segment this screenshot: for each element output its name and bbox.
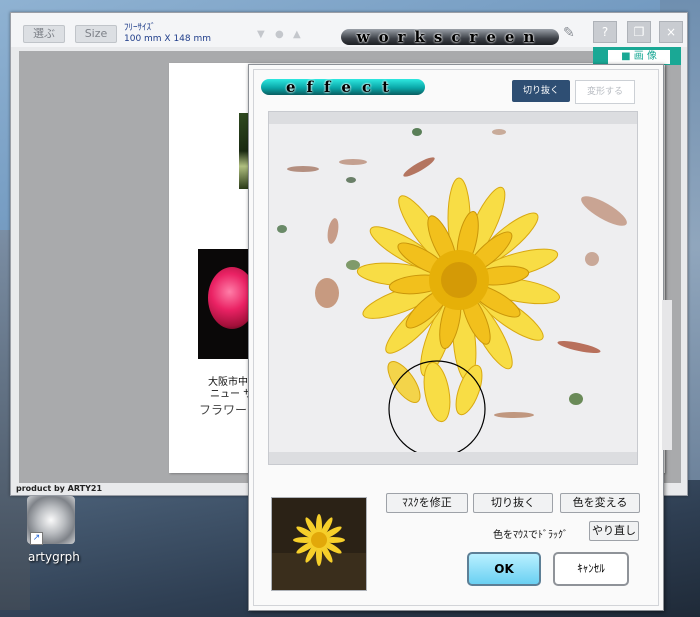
- workscreen-toolbar: 選ぶ Size ﾌﾘｰｻｲｽﾞ 100 mm X 148 mm ▼ ● ▲ wo…: [11, 13, 687, 47]
- effect-dialog: effect 切り抜く 変形する ﾏｽｸを修正 切り抜く 色を変える 色をﾏｳｽ…: [248, 64, 664, 611]
- tab-image[interactable]: ■ 画 像: [607, 49, 671, 65]
- fix-mask-button[interactable]: ﾏｽｸを修正: [386, 493, 468, 513]
- thumbnail-original[interactable]: [271, 497, 367, 591]
- circle-icon[interactable]: ●: [275, 29, 284, 40]
- desktop-icon-label[interactable]: artygrph: [28, 550, 80, 564]
- fragment: [492, 129, 506, 135]
- fragment: [569, 393, 583, 405]
- preview-bottom-bar: [269, 452, 637, 464]
- help-button[interactable]: ?: [593, 21, 617, 43]
- close-button[interactable]: ×: [659, 21, 683, 43]
- restore-icon: ❐: [633, 25, 645, 39]
- workscreen-right-panel: [662, 300, 672, 450]
- fragment: [277, 225, 287, 233]
- fragment: [346, 177, 356, 183]
- size-button[interactable]: Size: [75, 25, 117, 43]
- thumbnail-svg: [272, 498, 366, 590]
- select-button[interactable]: 選ぶ: [23, 25, 65, 43]
- effect-logo: effect: [261, 79, 425, 95]
- redo-button[interactable]: やり直し: [589, 521, 639, 541]
- petal-lower: [455, 364, 483, 416]
- size-dimensions: 100 mm X 148 mm: [124, 34, 212, 44]
- dandelion: [356, 177, 560, 383]
- pencil-icon[interactable]: ✎: [563, 25, 575, 41]
- shortcut-arrow-icon: ↗: [30, 532, 43, 545]
- cancel-button[interactable]: ｷｬﾝｾﾙ: [553, 552, 629, 586]
- fragment: [327, 218, 339, 244]
- paper-caption-3: フラワー: [199, 403, 248, 417]
- restore-button[interactable]: ❐: [627, 21, 651, 43]
- fragment: [315, 278, 339, 308]
- workscreen-logo: workscreen: [341, 29, 559, 45]
- fragment: [346, 260, 360, 270]
- fragment: [339, 159, 367, 165]
- triangle-down-icon[interactable]: ▼: [257, 29, 265, 40]
- fragment: [403, 157, 435, 177]
- effect-preview[interactable]: [268, 111, 638, 465]
- size-readout: ﾌﾘｰｻｲｽﾞ 100 mm X 148 mm: [124, 23, 211, 45]
- change-color-button[interactable]: 色を変える: [560, 493, 640, 513]
- size-name: ﾌﾘｰｻｲｽﾞ: [124, 23, 156, 33]
- cutout-button[interactable]: 切り抜く: [473, 493, 553, 513]
- flower-preview-svg: [277, 128, 627, 458]
- drag-hint: 色をﾏｳｽでﾄﾞﾗｯｸﾞ: [493, 530, 568, 541]
- tab-crop[interactable]: 切り抜く: [512, 80, 570, 102]
- triangle-up-icon[interactable]: ▲: [293, 29, 301, 40]
- footer-credit: product by ARTY21: [16, 484, 103, 493]
- fragment: [494, 412, 534, 418]
- fragment: [287, 166, 319, 172]
- fragment: [585, 252, 599, 266]
- fragment: [412, 128, 422, 136]
- fragment: [557, 340, 601, 354]
- tab-deform[interactable]: 変形する: [575, 80, 635, 104]
- paper-caption-2: ニュー サ: [210, 389, 254, 400]
- ok-button[interactable]: OK: [467, 552, 541, 586]
- fragment: [581, 196, 627, 226]
